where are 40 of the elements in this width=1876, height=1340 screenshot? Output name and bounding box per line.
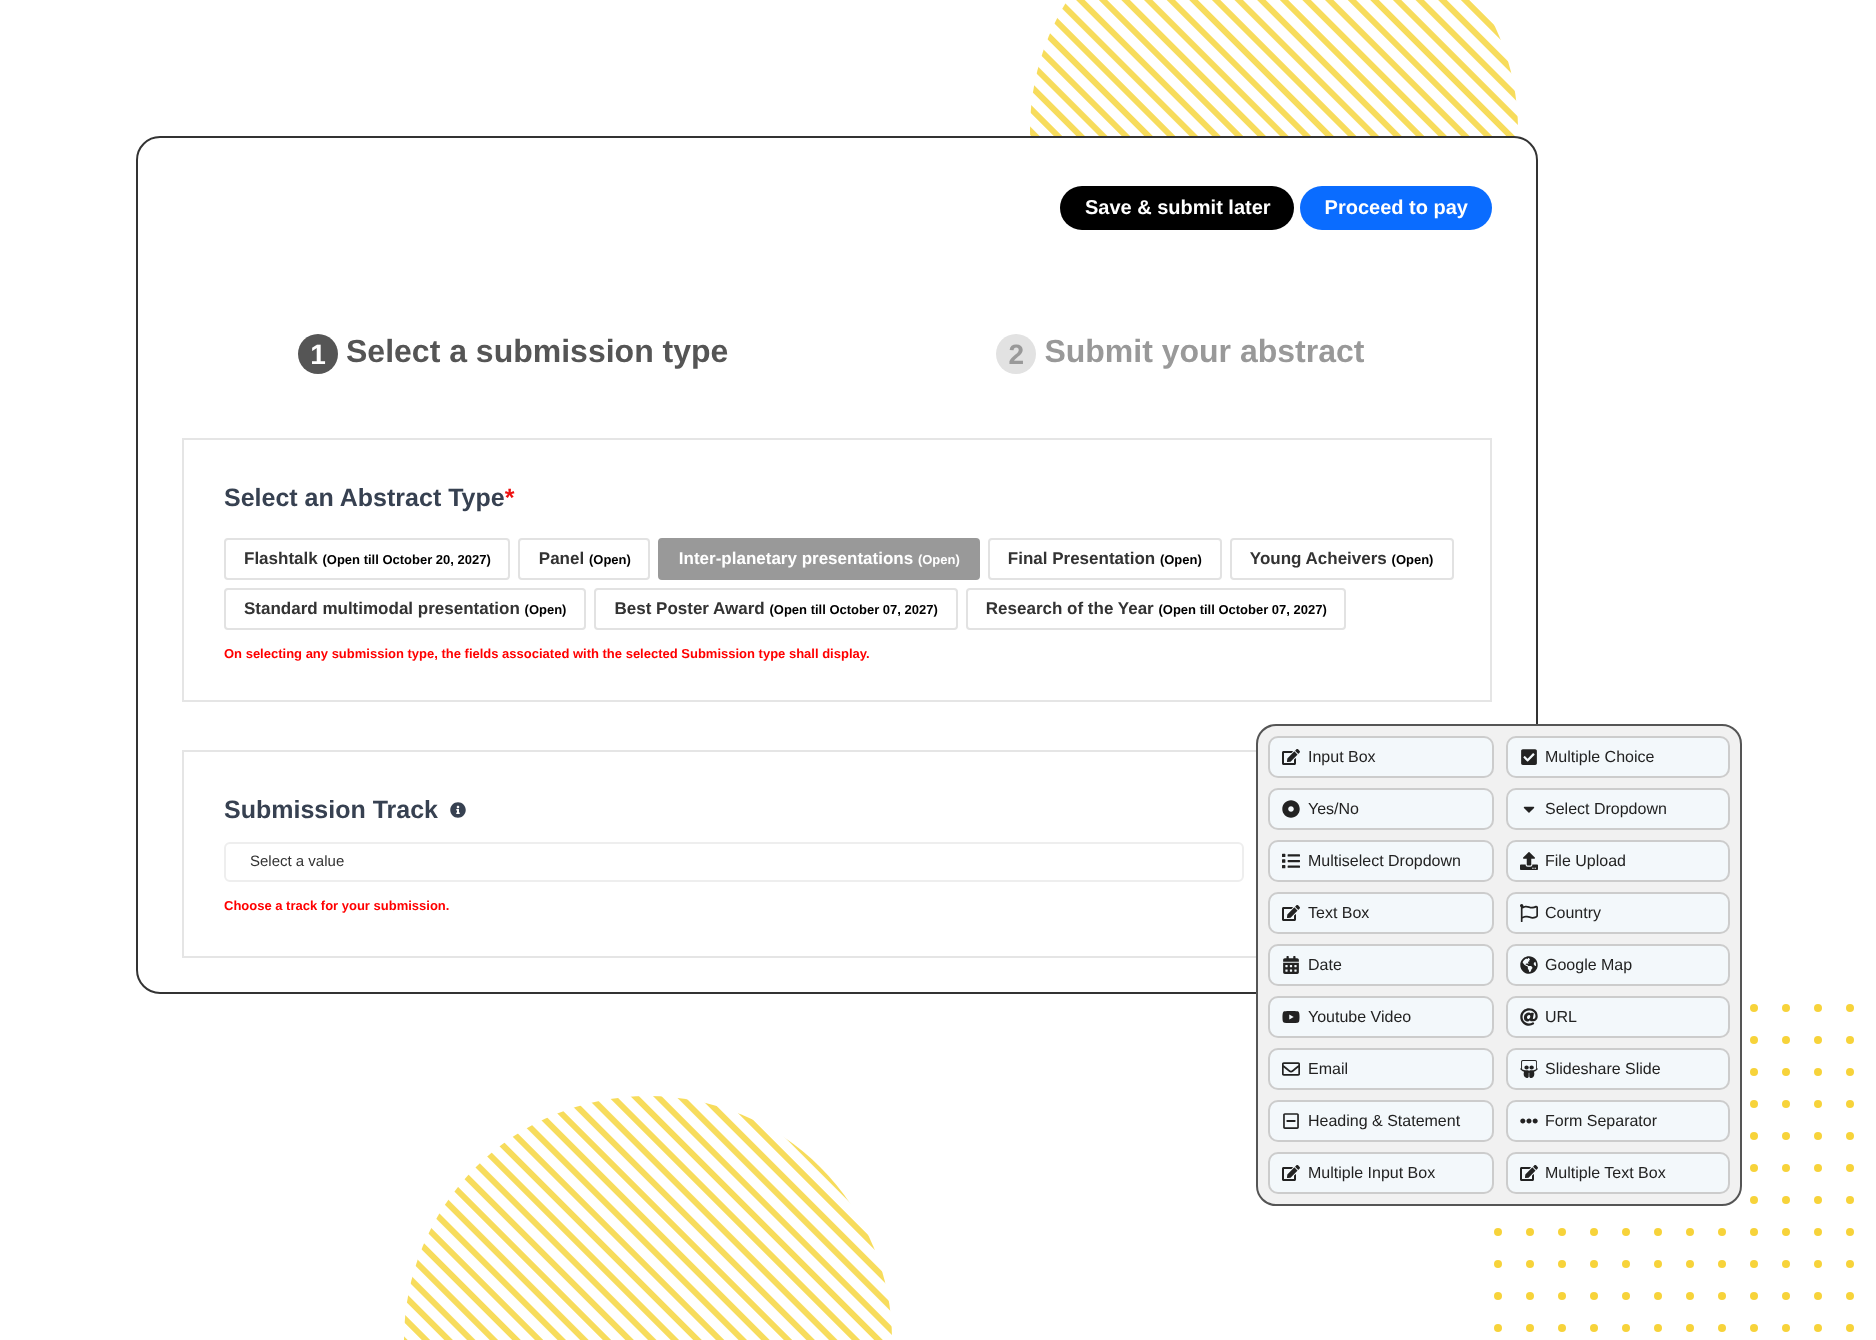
action-button[interactable]: Save & submit later — [1060, 186, 1295, 230]
field-type-button[interactable]: Date — [1268, 944, 1493, 986]
field-type-button[interactable]: Google Map — [1505, 944, 1730, 986]
video-icon — [1282, 1008, 1300, 1026]
field-type-button[interactable]: Multiple Choice — [1505, 736, 1730, 778]
minus-box-icon — [1282, 1112, 1300, 1130]
radio-icon — [1282, 800, 1300, 818]
section-title: Select an Abstract Type* — [224, 482, 517, 516]
mail-icon — [1282, 1060, 1300, 1078]
field-type-button[interactable]: Select Dropdown — [1505, 788, 1730, 830]
field-type-button[interactable]: File Upload — [1505, 840, 1730, 882]
calendar-icon — [1282, 956, 1300, 974]
field-type-button[interactable]: Country — [1505, 892, 1730, 934]
action-button[interactable]: Proceed to pay — [1300, 186, 1492, 230]
field-type-button[interactable]: Email — [1268, 1048, 1493, 1090]
field-type-button[interactable]: Text Box — [1268, 892, 1493, 934]
presenter-icon — [1519, 1060, 1537, 1078]
edit-icon — [1282, 904, 1300, 922]
field-type-button[interactable]: URL — [1505, 996, 1730, 1038]
field-type-button[interactable]: Form Separator — [1505, 1100, 1730, 1142]
list-icon — [1282, 852, 1300, 870]
field-type-button[interactable]: Input Box — [1268, 736, 1493, 778]
field-type-button[interactable]: Multiselect Dropdown — [1268, 840, 1493, 882]
upload-icon — [1519, 852, 1537, 870]
field-type-button[interactable]: Multiple Text Box — [1505, 1152, 1730, 1194]
flag-icon — [1519, 904, 1537, 922]
info-icon[interactable] — [449, 802, 466, 819]
globe-icon — [1519, 956, 1537, 974]
field-type-button[interactable]: Multiple Input Box — [1268, 1152, 1493, 1194]
field-type-button[interactable]: Slideshare Slide — [1505, 1048, 1730, 1090]
section-title: Submission Track — [224, 794, 438, 828]
at-sign-icon — [1519, 1008, 1537, 1026]
edit-icon — [1282, 1164, 1300, 1182]
edit-icon — [1519, 1164, 1537, 1182]
field-type-button[interactable]: Youtube Video — [1268, 996, 1493, 1038]
checkbox-icon — [1519, 748, 1537, 766]
field-type-button[interactable]: Heading & Statement — [1268, 1100, 1493, 1142]
step-tab[interactable]: 1 Select a submission type — [298, 330, 729, 378]
edit-icon — [1282, 748, 1300, 766]
field-type-button[interactable]: Yes/No — [1268, 788, 1493, 830]
